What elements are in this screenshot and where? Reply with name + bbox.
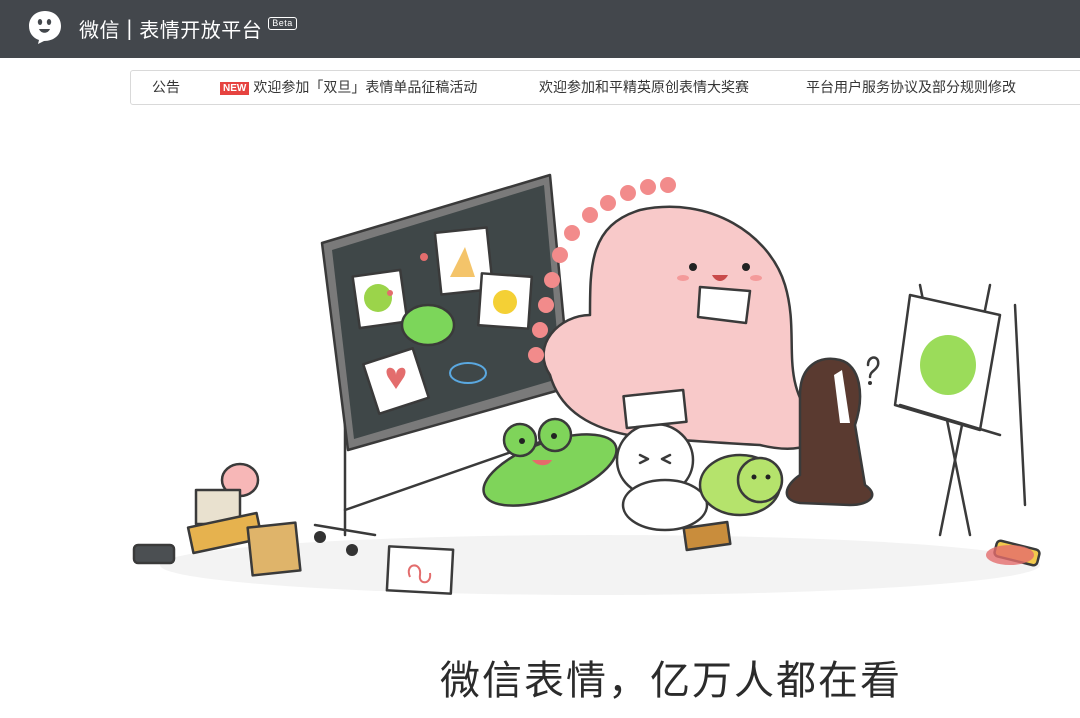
announcement-bar: 公告 NEW 欢迎参加「双旦」表情单品征稿活动 欢迎参加和平精英原创表情大奖赛 平… (130, 70, 1080, 105)
hero-headline: 微信表情，亿万人都在看 (440, 658, 902, 704)
brand-title[interactable]: 微信 | 表情开放平台 Beta (79, 14, 297, 42)
announcement-link-label: 欢迎参加「双旦」表情单品征稿活动 (253, 80, 478, 96)
painting-easel-icon (893, 283, 1027, 537)
green-frog-character-icon (482, 417, 618, 507)
sticker-characters-drawing-illustration (132, 173, 1041, 595)
app-name: 微信 (79, 17, 120, 42)
new-badge: NEW (220, 82, 250, 95)
beta-badge: Beta (268, 16, 297, 30)
brand-separator: | (126, 16, 134, 40)
announcement-link-user-agreement[interactable]: 平台用户服务协议及部分规则修改 (806, 71, 1016, 106)
brown-horse-character-icon (785, 356, 880, 507)
announcement-title: 公告 (152, 80, 180, 96)
announcement-link-double-festival[interactable]: NEW 欢迎参加「双旦」表情单品征稿活动 (220, 71, 477, 106)
green-dog-character-icon (698, 453, 784, 517)
top-header-bar: 微信 | 表情开放平台 Beta (0, 0, 1080, 58)
platform-name: 表情开放平台 (139, 17, 263, 42)
wechat-emoji-logo-icon[interactable] (27, 9, 63, 45)
announcement-link-peace-elite[interactable]: 欢迎参加和平精英原创表情大奖赛 (539, 71, 749, 106)
